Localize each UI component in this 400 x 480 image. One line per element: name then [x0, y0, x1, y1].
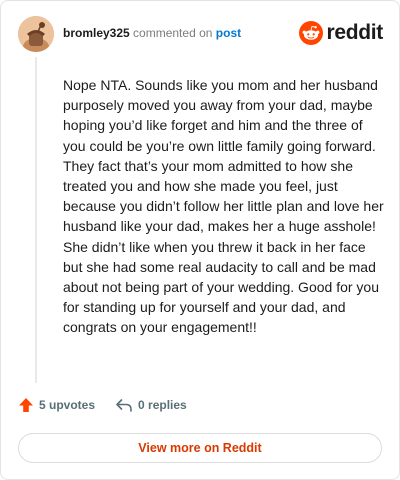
thread-line: [35, 57, 37, 383]
comment-actions: 5 upvotes 0 replies: [18, 397, 187, 413]
commented-on-text: commented on: [133, 26, 213, 40]
reddit-logo[interactable]: reddit: [299, 20, 383, 46]
reply-count: 0 replies: [138, 398, 187, 412]
avatar[interactable]: [18, 16, 54, 52]
upvote-count: 5 upvotes: [39, 398, 96, 412]
avatar-icon: [18, 16, 54, 52]
replies-button[interactable]: 0 replies: [115, 397, 187, 413]
upvote-button[interactable]: 5 upvotes: [18, 397, 95, 413]
reddit-snoo-icon: [299, 21, 324, 45]
comment-embed-card: bromley325 commented on post reddit Nope…: [0, 0, 400, 480]
reddit-wordmark: reddit: [326, 21, 383, 44]
comment-body: Nope NTA. Sounds like you mom and her hu…: [63, 77, 384, 336]
view-more-on-reddit-button[interactable]: View more on Reddit: [18, 433, 382, 463]
username-link[interactable]: bromley325: [63, 26, 130, 40]
upvote-arrow-icon: [19, 398, 33, 412]
reply-arrow-icon: [116, 399, 132, 412]
comment-header: bromley325 commented on post: [63, 26, 241, 40]
post-link[interactable]: post: [216, 26, 241, 40]
